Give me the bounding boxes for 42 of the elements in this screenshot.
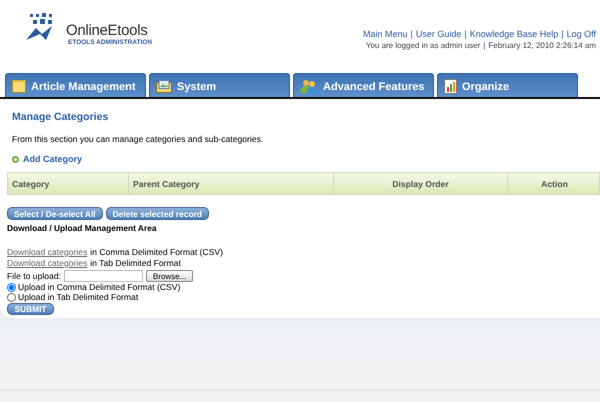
column-header: Display Order bbox=[334, 173, 508, 194]
radio-button[interactable] bbox=[7, 292, 16, 302]
folder-icon bbox=[12, 80, 26, 93]
image-icon bbox=[156, 80, 172, 93]
download-link[interactable]: Download categories bbox=[7, 247, 88, 257]
nav-tab[interactable]: Article Management bbox=[5, 73, 146, 97]
logo-name: OnlineEtools bbox=[66, 23, 148, 39]
download-link[interactable]: Download categories bbox=[7, 258, 88, 268]
radio-label: Upload in Comma Delimited Format (CSV) bbox=[18, 282, 180, 292]
column-header: Category bbox=[8, 173, 129, 194]
action-button[interactable]: Delete selected record bbox=[106, 207, 210, 220]
login-info: You are logged in as admin user bbox=[366, 41, 480, 50]
page-title: Manage Categories bbox=[12, 111, 110, 123]
file-input[interactable] bbox=[64, 270, 143, 282]
separator: | bbox=[561, 29, 564, 39]
separator: | bbox=[464, 29, 467, 39]
header-link[interactable]: Main Menu bbox=[362, 29, 408, 39]
file-label: File to upload: bbox=[7, 271, 61, 281]
radio-label: Upload in Tab Delimited Format bbox=[18, 292, 138, 302]
page-description: From this section you can manage categories and sub-categories. bbox=[12, 134, 264, 144]
nav-tab[interactable]: Organize bbox=[437, 73, 578, 97]
header-link[interactable]: User Guide bbox=[416, 29, 462, 39]
users-icon bbox=[300, 79, 318, 94]
section-title: Download / Upload Management Area bbox=[7, 223, 158, 233]
header-link[interactable]: Knowledge Base Help bbox=[470, 29, 558, 39]
format-text: in Comma Delimited Format (CSV) bbox=[90, 247, 224, 257]
nav-tab[interactable]: Advanced Features bbox=[293, 73, 434, 97]
nav-tab[interactable]: System bbox=[149, 73, 290, 97]
separator: | bbox=[410, 29, 413, 39]
add-category-link[interactable]: Add Category bbox=[23, 154, 82, 164]
date-time: February 12, 2010 2:26:14 am bbox=[488, 41, 596, 50]
submit-button[interactable]: SUBMIT bbox=[7, 303, 54, 315]
browse-button[interactable]: Browse... bbox=[146, 270, 194, 282]
header-link[interactable]: Log Off bbox=[566, 29, 596, 39]
separator: | bbox=[483, 41, 486, 50]
action-button[interactable]: Select / De-select All bbox=[7, 207, 103, 220]
column-header: Action bbox=[540, 178, 569, 190]
format-text: in Tab Delimited Format bbox=[90, 258, 181, 268]
column-header: Parent Category bbox=[129, 173, 334, 194]
radio-button[interactable] bbox=[7, 282, 16, 292]
add-icon bbox=[12, 156, 19, 162]
chart-icon bbox=[444, 79, 457, 94]
